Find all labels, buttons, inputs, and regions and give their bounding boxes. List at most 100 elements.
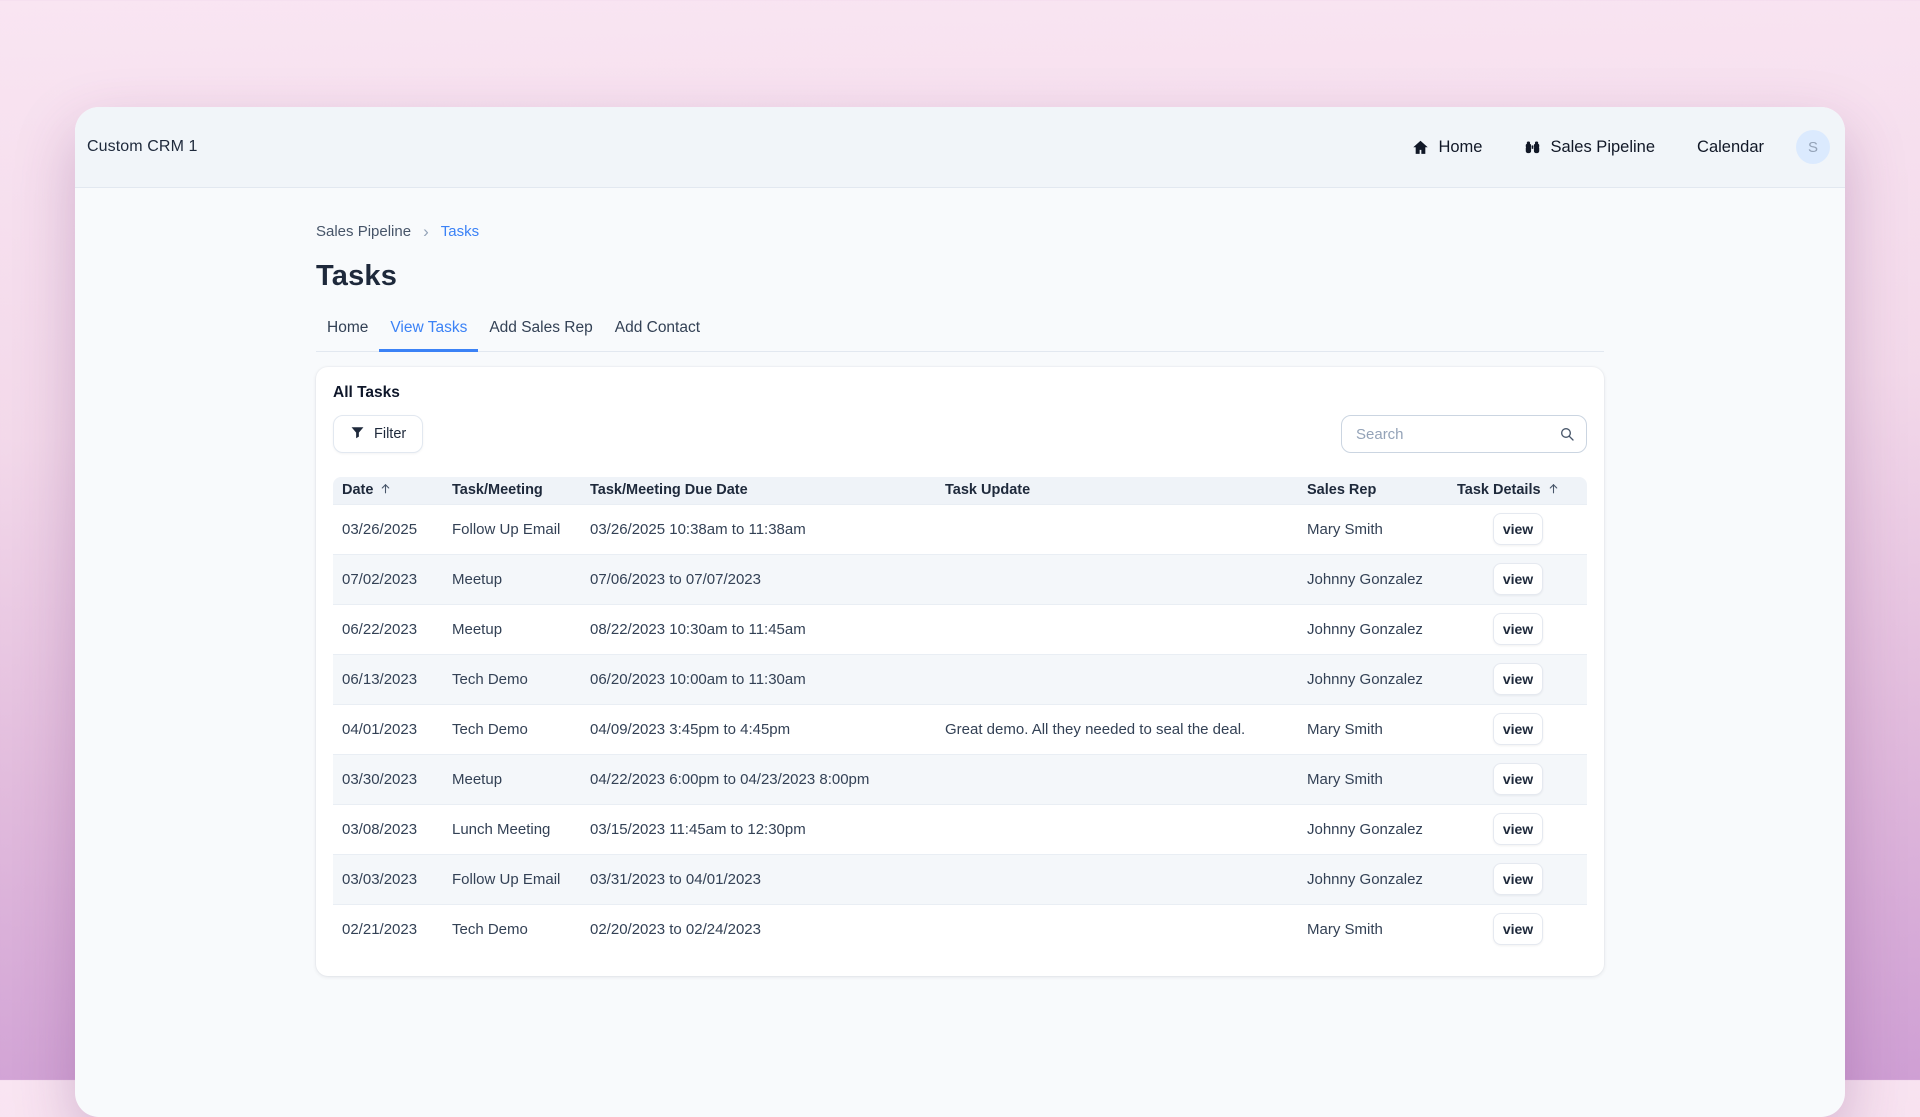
search-input[interactable] (1341, 415, 1587, 453)
task-date: 03/26/2025 (333, 504, 452, 554)
task-row: 04/01/2023 Tech Demo 04/09/2023 3:45pm t… (333, 704, 1587, 754)
breadcrumb-sales-pipeline[interactable]: Sales Pipeline (316, 223, 411, 240)
task-due-date: 03/31/2023 to 04/01/2023 (590, 854, 945, 904)
task-update (945, 854, 1307, 904)
task-update (945, 654, 1307, 704)
top-navbar: Custom CRM 1 Home (75, 107, 1845, 188)
sort-ascending-icon (1547, 482, 1560, 499)
task-update (945, 554, 1307, 604)
task-row: 06/13/2023 Tech Demo 06/20/2023 10:00am … (333, 654, 1587, 704)
task-due-date: 03/26/2025 10:38am to 11:38am (590, 504, 945, 554)
tab-add-sales-rep[interactable]: Add Sales Rep (478, 319, 603, 352)
filter-button[interactable]: Filter (333, 415, 423, 453)
task-details-cell: view (1457, 754, 1587, 804)
view-task-button[interactable]: view (1493, 913, 1543, 945)
view-task-button[interactable]: view (1493, 813, 1543, 845)
chevron-right-icon: › (423, 223, 429, 240)
column-header-sales-rep[interactable]: Sales Rep (1307, 477, 1457, 504)
breadcrumb-tasks[interactable]: Tasks (441, 223, 479, 240)
task-row: 06/22/2023 Meetup 08/22/2023 10:30am to … (333, 604, 1587, 654)
task-due-date: 02/20/2023 to 02/24/2023 (590, 904, 945, 954)
task-details-cell: view (1457, 904, 1587, 954)
table-toolbar: Filter (333, 415, 1587, 453)
all-tasks-card: All Tasks Filter (316, 367, 1604, 976)
task-details-cell: view (1457, 504, 1587, 554)
column-header-date[interactable]: Date (333, 477, 452, 504)
nav-calendar-label: Calendar (1697, 138, 1764, 157)
task-due-date: 08/22/2023 10:30am to 11:45am (590, 604, 945, 654)
task-date: 06/13/2023 (333, 654, 452, 704)
tab-home[interactable]: Home (316, 319, 379, 352)
task-update (945, 504, 1307, 554)
binoculars-icon (1524, 139, 1541, 156)
task-sales-rep: Johnny Gonzalez (1307, 554, 1457, 604)
task-type: Follow Up Email (452, 504, 590, 554)
task-sales-rep: Johnny Gonzalez (1307, 804, 1457, 854)
view-task-button[interactable]: view (1493, 613, 1543, 645)
column-header-task-details[interactable]: Task Details (1457, 477, 1587, 504)
task-date: 03/03/2023 (333, 854, 452, 904)
task-due-date: 06/20/2023 10:00am to 11:30am (590, 654, 945, 704)
task-due-date: 04/22/2023 6:00pm to 04/23/2023 8:00pm (590, 754, 945, 804)
task-row: 03/08/2023 Lunch Meeting 03/15/2023 11:4… (333, 804, 1587, 854)
task-type: Lunch Meeting (452, 804, 590, 854)
home-icon (1412, 139, 1429, 156)
breadcrumb: Sales Pipeline › Tasks (316, 223, 1845, 240)
task-due-date: 04/09/2023 3:45pm to 4:45pm (590, 704, 945, 754)
view-task-button[interactable]: view (1493, 663, 1543, 695)
task-update: Great demo. All they needed to seal the … (945, 704, 1307, 754)
nav-sales-pipeline[interactable]: Sales Pipeline (1524, 138, 1655, 157)
view-task-button[interactable]: view (1493, 863, 1543, 895)
task-type: Meetup (452, 754, 590, 804)
task-type: Tech Demo (452, 704, 590, 754)
task-type: Tech Demo (452, 654, 590, 704)
view-task-button[interactable]: view (1493, 763, 1543, 795)
task-sales-rep: Johnny Gonzalez (1307, 854, 1457, 904)
task-date: 06/22/2023 (333, 604, 452, 654)
page-content: Sales Pipeline › Tasks Tasks Home View T… (75, 188, 1845, 976)
table-header-row: Date Task/Meeting Task/Meeting Due Date … (333, 477, 1587, 504)
column-header-task-meeting[interactable]: Task/Meeting (452, 477, 590, 504)
card-heading: All Tasks (333, 384, 1587, 402)
task-date: 03/30/2023 (333, 754, 452, 804)
sort-ascending-icon (379, 482, 392, 499)
task-sales-rep: Mary Smith (1307, 904, 1457, 954)
task-row: 02/21/2023 Tech Demo 02/20/2023 to 02/24… (333, 904, 1587, 954)
nav-sales-pipeline-label: Sales Pipeline (1550, 138, 1655, 157)
task-sales-rep: Mary Smith (1307, 754, 1457, 804)
app-brand: Custom CRM 1 (87, 138, 198, 156)
view-task-button[interactable]: view (1493, 713, 1543, 745)
task-type: Meetup (452, 554, 590, 604)
tasks-table: Date Task/Meeting Task/Meeting Due Date … (333, 477, 1587, 954)
view-task-button[interactable]: view (1493, 563, 1543, 595)
task-date: 03/08/2023 (333, 804, 452, 854)
task-sales-rep: Johnny Gonzalez (1307, 654, 1457, 704)
tab-add-contact[interactable]: Add Contact (604, 319, 711, 352)
avatar-initial: S (1808, 139, 1818, 156)
task-update (945, 754, 1307, 804)
task-type: Meetup (452, 604, 590, 654)
nav-home[interactable]: Home (1412, 138, 1482, 157)
task-date: 07/02/2023 (333, 554, 452, 604)
funnel-icon (350, 425, 365, 444)
task-row: 07/02/2023 Meetup 07/06/2023 to 07/07/20… (333, 554, 1587, 604)
task-sales-rep: Johnny Gonzalez (1307, 604, 1457, 654)
search-icon (1559, 426, 1575, 447)
navbar-links: Home Sales Pipeline Calen (1412, 130, 1830, 164)
nav-calendar[interactable]: Calendar (1697, 138, 1764, 157)
column-header-task-update[interactable]: Task Update (945, 477, 1307, 504)
task-type: Follow Up Email (452, 854, 590, 904)
search-box (1341, 415, 1587, 453)
nav-home-label: Home (1438, 138, 1482, 157)
view-task-button[interactable]: view (1493, 513, 1543, 545)
task-sales-rep: Mary Smith (1307, 504, 1457, 554)
page-title: Tasks (316, 260, 1845, 293)
task-date: 02/21/2023 (333, 904, 452, 954)
task-row: 03/30/2023 Meetup 04/22/2023 6:00pm to 0… (333, 754, 1587, 804)
tab-view-tasks[interactable]: View Tasks (379, 319, 478, 352)
task-row: 03/03/2023 Follow Up Email 03/31/2023 to… (333, 854, 1587, 904)
tab-bar: Home View Tasks Add Sales Rep Add Contac… (316, 319, 1604, 352)
user-avatar[interactable]: S (1796, 130, 1830, 164)
column-header-due-date[interactable]: Task/Meeting Due Date (590, 477, 945, 504)
task-type: Tech Demo (452, 904, 590, 954)
